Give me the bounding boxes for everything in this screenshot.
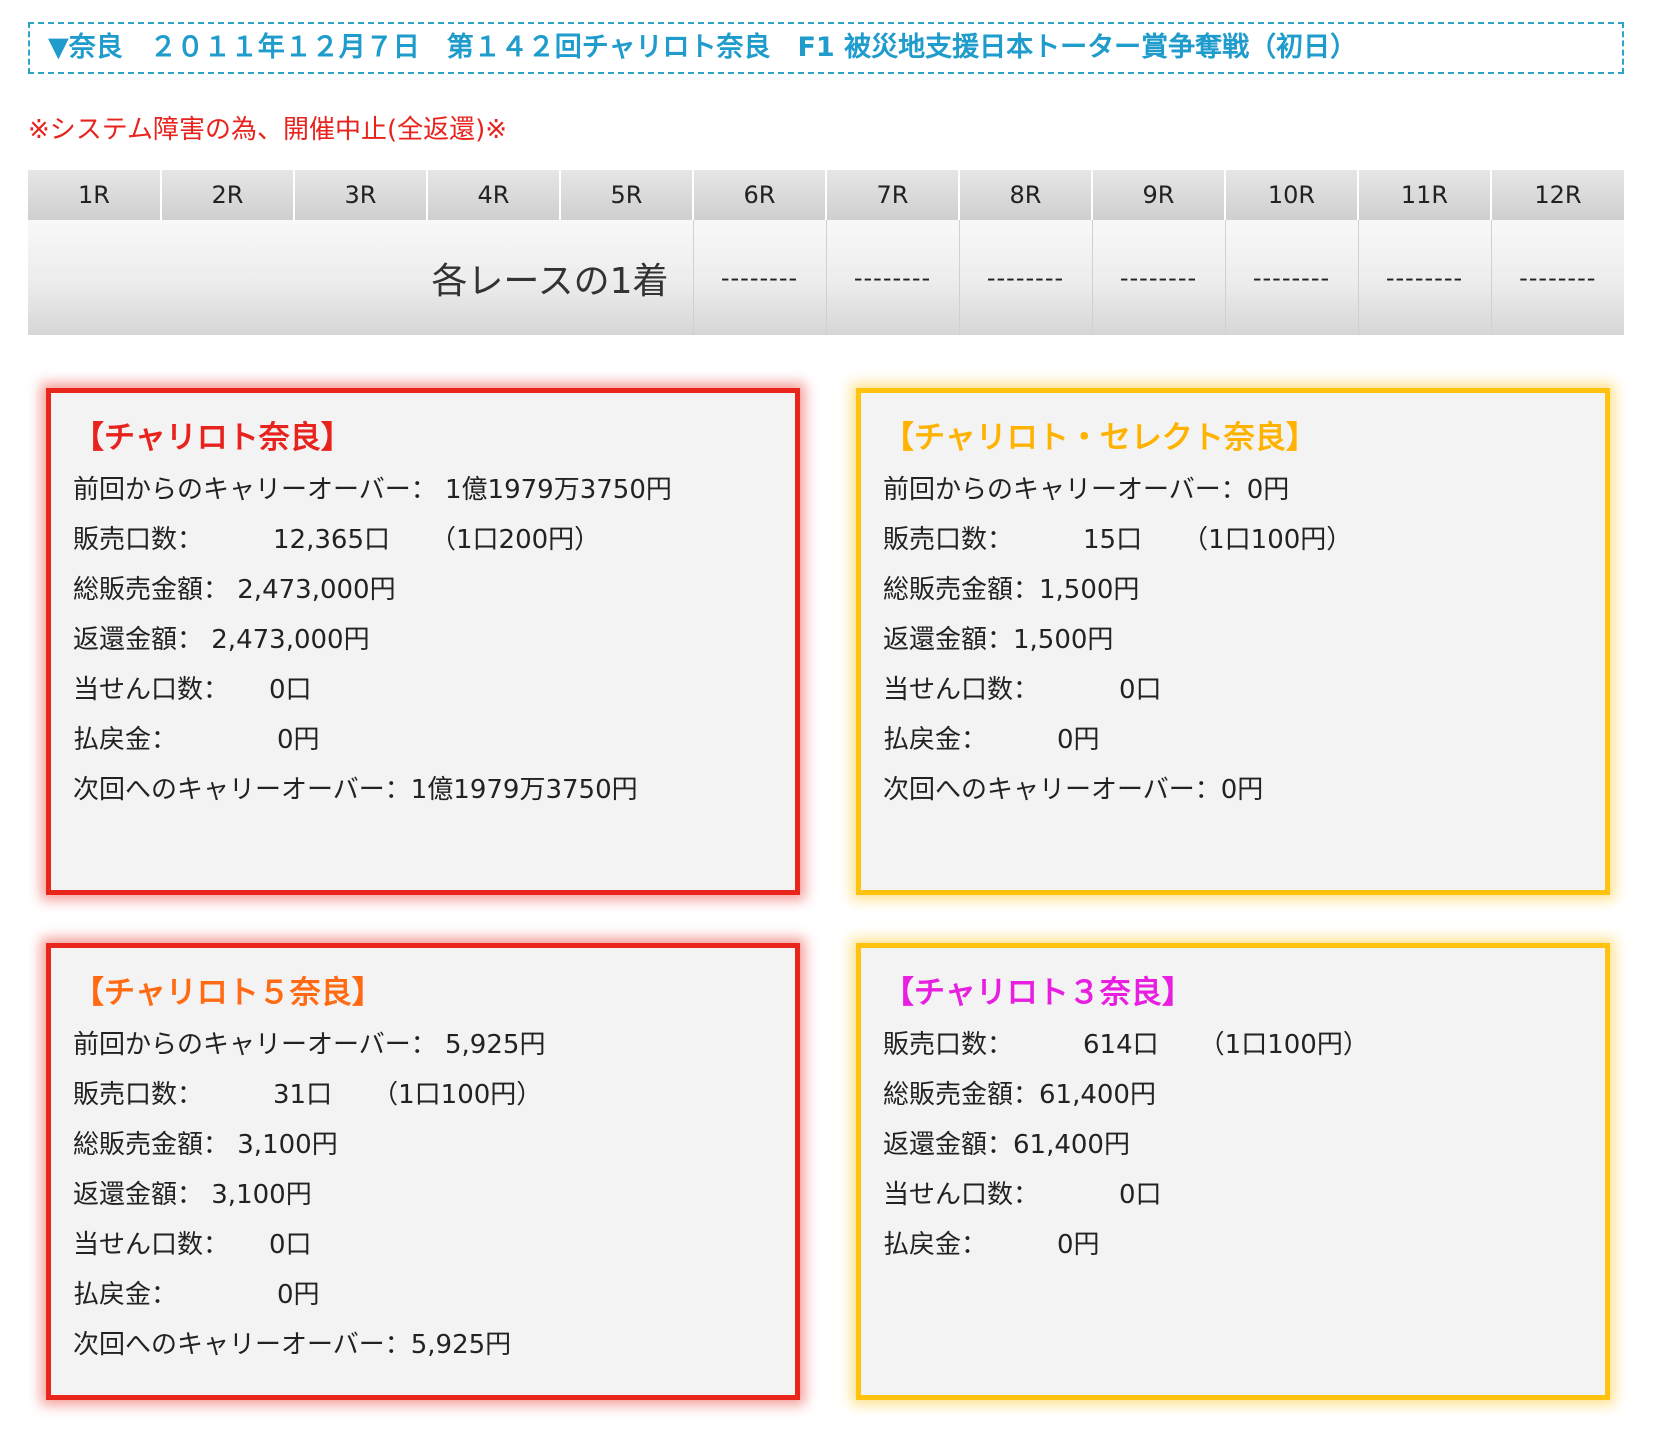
sales-unit-price: （1口100円） <box>1182 525 1353 555</box>
race-header-3r: 3R <box>294 170 428 220</box>
charilot-select-nara-title: 【チャリロト・セレクト奈良】 <box>883 420 1317 456</box>
winners-value: 0口 <box>1119 675 1162 705</box>
total-sales: 総販売金額： 3,100円 <box>73 1130 338 1160</box>
winner-count: 当せん口数： 0口 <box>73 665 795 715</box>
sales-unit-price: （1口100円） <box>372 1080 543 1110</box>
race-header-4r: 4R <box>427 170 561 220</box>
winners-label: 当せん口数： <box>73 1230 230 1260</box>
race-result-7r: -------- <box>826 220 960 335</box>
sales-label: 販売口数： <box>883 1030 1014 1060</box>
carryover-next: 次回へのキャリーオーバー：0円 <box>883 775 1264 805</box>
winners-value: 0口 <box>269 1230 312 1260</box>
winners-label: 当せん口数： <box>883 1180 1040 1210</box>
payout-value: 0円 <box>277 1280 320 1310</box>
page-title: ▼奈良 ２０１１年１２月７日 第１４２回チャリロト奈良 F1 被災地支援日本トー… <box>28 22 1624 74</box>
carryover-next: 次回へのキャリーオーバー：1億1979万3750円 <box>73 775 638 805</box>
charilot5-nara-title: 【チャリロト５奈良】 <box>73 975 383 1011</box>
race-header-row: 1R 2R 3R 4R 5R 6R 7R 8R 9R 10R 11R 12R <box>28 170 1624 220</box>
race-result-10r: -------- <box>1225 220 1359 335</box>
race-results-table: 1R 2R 3R 4R 5R 6R 7R 8R 9R 10R 11R 12R 各… <box>28 170 1624 335</box>
sales-label: 販売口数： <box>883 525 1014 555</box>
charilot-nara-panel: 【チャリロト奈良】 前回からのキャリーオーバー： 1億1979万3750円 販売… <box>46 388 800 895</box>
winner-count: 当せん口数： 0口 <box>883 1170 1605 1220</box>
sales-unit-price: （1口100円） <box>1198 1030 1369 1060</box>
race-header-12r: 12R <box>1491 170 1624 220</box>
payout: 払戻金： 0円 <box>73 1270 795 1320</box>
winners-label: 当せん口数： <box>883 675 1040 705</box>
carryover-prev: 前回からのキャリーオーバー：0円 <box>883 475 1290 505</box>
payout-label: 払戻金： <box>883 1230 988 1260</box>
sales-label: 販売口数： <box>73 525 204 555</box>
sales-unit-price: （1口200円） <box>430 525 601 555</box>
sales-count: 販売口数： 614口 （1口100円） <box>883 1020 1605 1070</box>
sales-units: 31口 <box>273 1080 333 1110</box>
winners-value: 0口 <box>269 675 312 705</box>
payout-label: 払戻金： <box>73 725 178 755</box>
race-result-8r: -------- <box>959 220 1093 335</box>
race-header-10r: 10R <box>1225 170 1359 220</box>
race-header-9r: 9R <box>1092 170 1226 220</box>
sales-units: 15口 <box>1083 525 1143 555</box>
sales-label: 販売口数： <box>73 1080 204 1110</box>
payout-value: 0円 <box>1057 725 1100 755</box>
refund-amount: 返還金額：1,500円 <box>883 625 1114 655</box>
carryover-prev: 前回からのキャリーオーバー： 1億1979万3750円 <box>73 475 672 505</box>
race-result-11r: -------- <box>1358 220 1492 335</box>
charilot-nara-title: 【チャリロト奈良】 <box>73 420 352 456</box>
payout: 払戻金： 0円 <box>73 715 795 765</box>
charilot5-nara-panel: 【チャリロト５奈良】 前回からのキャリーオーバー： 5,925円 販売口数： 31… <box>46 943 800 1400</box>
race-header-6r: 6R <box>693 170 827 220</box>
race-header-1r: 1R <box>28 170 162 220</box>
race-header-5r: 5R <box>560 170 694 220</box>
sales-count: 販売口数： 12,365口 （1口200円） <box>73 515 795 565</box>
refund-amount: 返還金額： 2,473,000円 <box>73 625 370 655</box>
payout-value: 0円 <box>277 725 320 755</box>
charilot3-nara-title: 【チャリロト３奈良】 <box>883 975 1193 1011</box>
winner-count: 当せん口数： 0口 <box>73 1220 795 1270</box>
charilot3-nara-panel: 【チャリロト３奈良】 販売口数： 614口 （1口100円） 総販売金額：61,40… <box>856 943 1610 1400</box>
race-header-7r: 7R <box>826 170 960 220</box>
race-header-11r: 11R <box>1358 170 1492 220</box>
winners-value: 0口 <box>1119 1180 1162 1210</box>
payout: 払戻金： 0円 <box>883 715 1605 765</box>
race-header-8r: 8R <box>959 170 1093 220</box>
payout-value: 0円 <box>1057 1230 1100 1260</box>
race-winners-label: 各レースの1着 <box>28 220 694 335</box>
race-result-row: 各レースの1着 -------- -------- -------- -----… <box>28 220 1624 335</box>
refund-amount: 返還金額：61,400円 <box>883 1130 1130 1160</box>
refund-amount: 返還金額： 3,100円 <box>73 1180 312 1210</box>
sales-count: 販売口数： 31口 （1口100円） <box>73 1070 795 1120</box>
total-sales: 総販売金額：1,500円 <box>883 575 1140 605</box>
payout: 払戻金： 0円 <box>883 1220 1605 1270</box>
race-result-12r: -------- <box>1491 220 1624 335</box>
cancellation-notice: ※システム障害の為、開催中止(全返還)※ <box>28 115 508 145</box>
race-result-6r: -------- <box>693 220 827 335</box>
carryover-prev: 前回からのキャリーオーバー： 5,925円 <box>73 1030 546 1060</box>
sales-count: 販売口数： 15口 （1口100円） <box>883 515 1605 565</box>
winner-count: 当せん口数： 0口 <box>883 665 1605 715</box>
sales-units: 614口 <box>1083 1030 1159 1060</box>
charilot-select-nara-panel: 【チャリロト・セレクト奈良】 前回からのキャリーオーバー：0円 販売口数： 15口… <box>856 388 1610 895</box>
race-result-9r: -------- <box>1092 220 1226 335</box>
total-sales: 総販売金額： 2,473,000円 <box>73 575 396 605</box>
total-sales: 総販売金額：61,400円 <box>883 1080 1156 1110</box>
sales-units: 12,365口 <box>273 525 390 555</box>
winners-label: 当せん口数： <box>73 675 230 705</box>
carryover-next: 次回へのキャリーオーバー：5,925円 <box>73 1330 512 1360</box>
payout-label: 払戻金： <box>73 1280 178 1310</box>
payout-label: 払戻金： <box>883 725 988 755</box>
race-header-2r: 2R <box>161 170 295 220</box>
